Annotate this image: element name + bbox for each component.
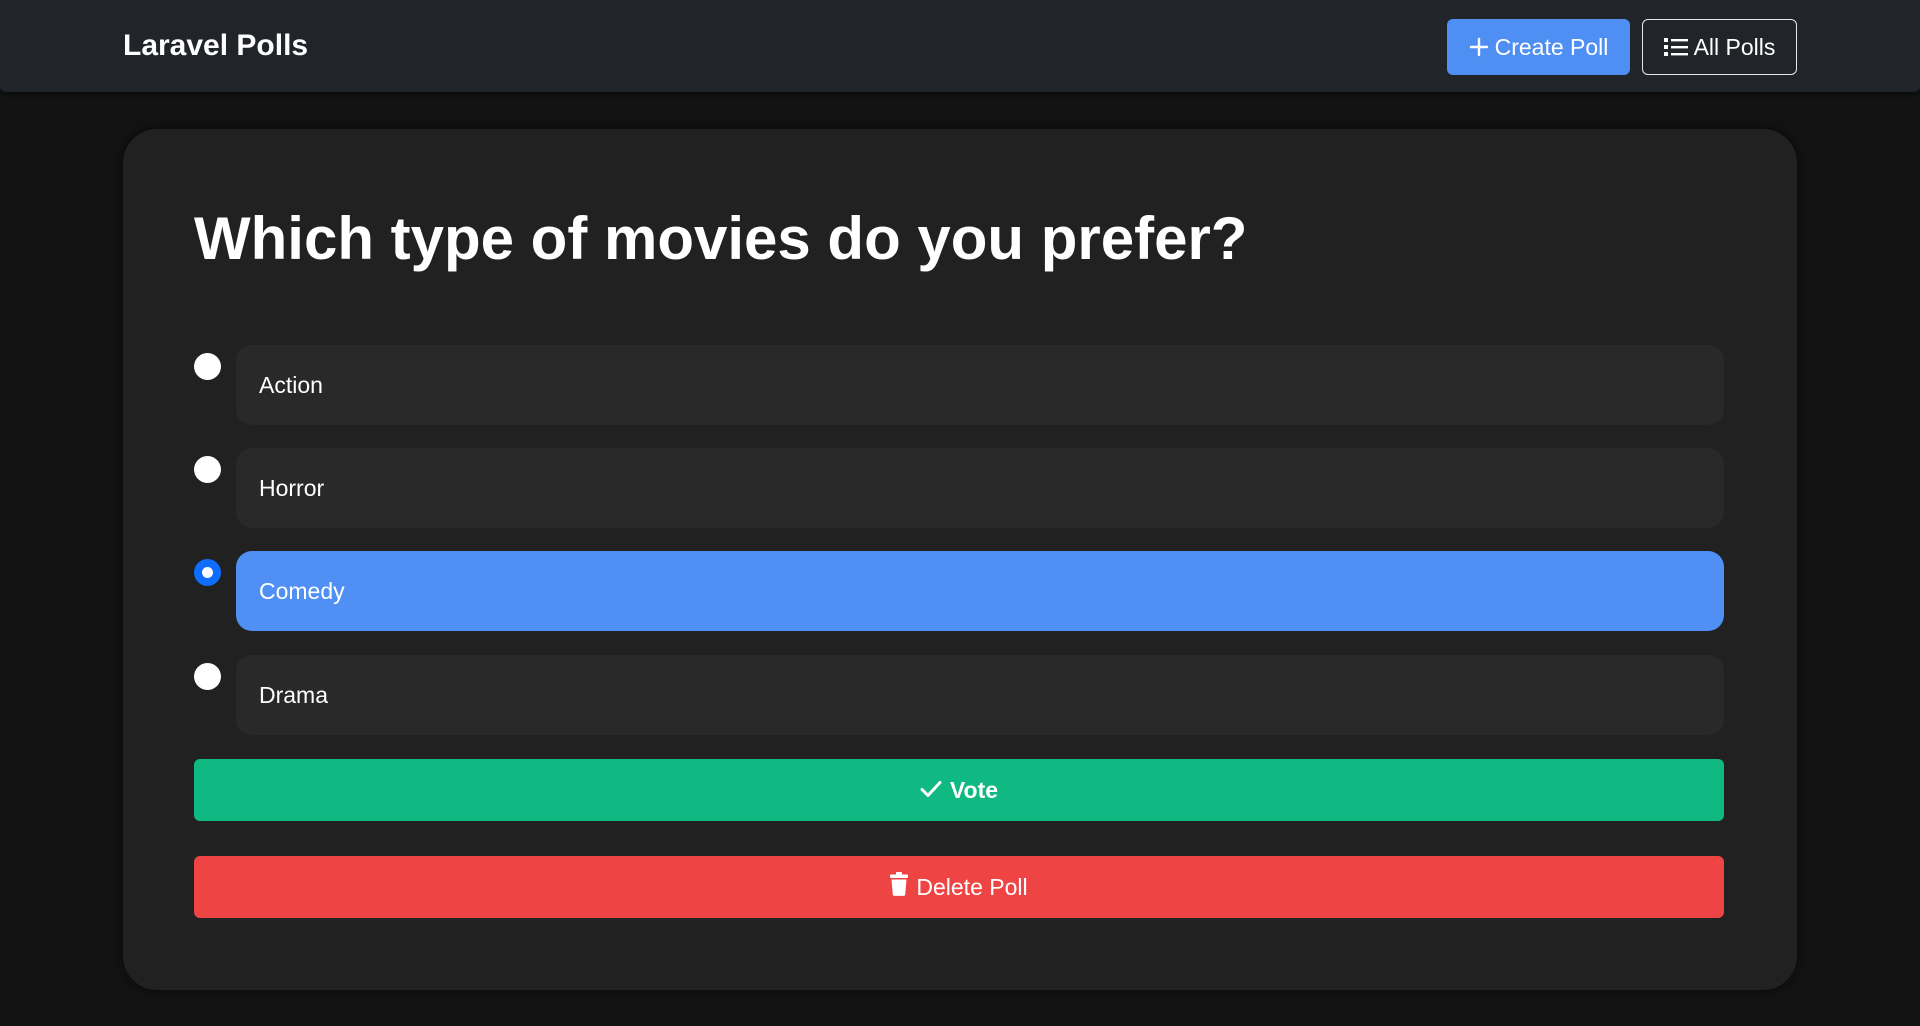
all-polls-label: All Polls — [1693, 33, 1776, 60]
vote-label: Vote — [949, 776, 999, 803]
poll-option: Comedy — [194, 551, 1724, 631]
option-radio-comedy[interactable] — [194, 559, 221, 586]
all-polls-button[interactable]: All Polls — [1642, 19, 1797, 75]
poll-option: Drama — [194, 655, 1724, 735]
option-radio-action[interactable] — [194, 353, 221, 380]
navbar: Laravel Polls Create Poll All Polls — [0, 0, 1920, 92]
brand-title[interactable]: Laravel Polls — [123, 28, 308, 64]
check-icon — [920, 777, 942, 804]
option-radio-horror[interactable] — [194, 456, 221, 483]
vote-button[interactable]: Vote — [194, 759, 1724, 821]
poll-card: Which type of movies do you prefer? Acti… — [123, 129, 1797, 990]
poll-option: Horror — [194, 448, 1724, 528]
option-radio-drama[interactable] — [194, 663, 221, 690]
create-poll-button[interactable]: Create Poll — [1447, 19, 1630, 75]
plus-icon — [1469, 37, 1489, 57]
list-icon — [1663, 36, 1688, 58]
option-label-horror[interactable]: Horror — [236, 448, 1724, 528]
option-label-drama[interactable]: Drama — [236, 655, 1724, 735]
delete-poll-button[interactable]: Delete Poll — [194, 856, 1724, 918]
delete-poll-label: Delete Poll — [916, 873, 1028, 900]
option-label-comedy[interactable]: Comedy — [236, 551, 1724, 631]
trash-icon — [890, 872, 909, 902]
create-poll-label: Create Poll — [1494, 33, 1609, 60]
poll-option: Action — [194, 345, 1724, 425]
poll-question: Which type of movies do you prefer? — [194, 205, 1248, 272]
option-label-action[interactable]: Action — [236, 345, 1724, 425]
